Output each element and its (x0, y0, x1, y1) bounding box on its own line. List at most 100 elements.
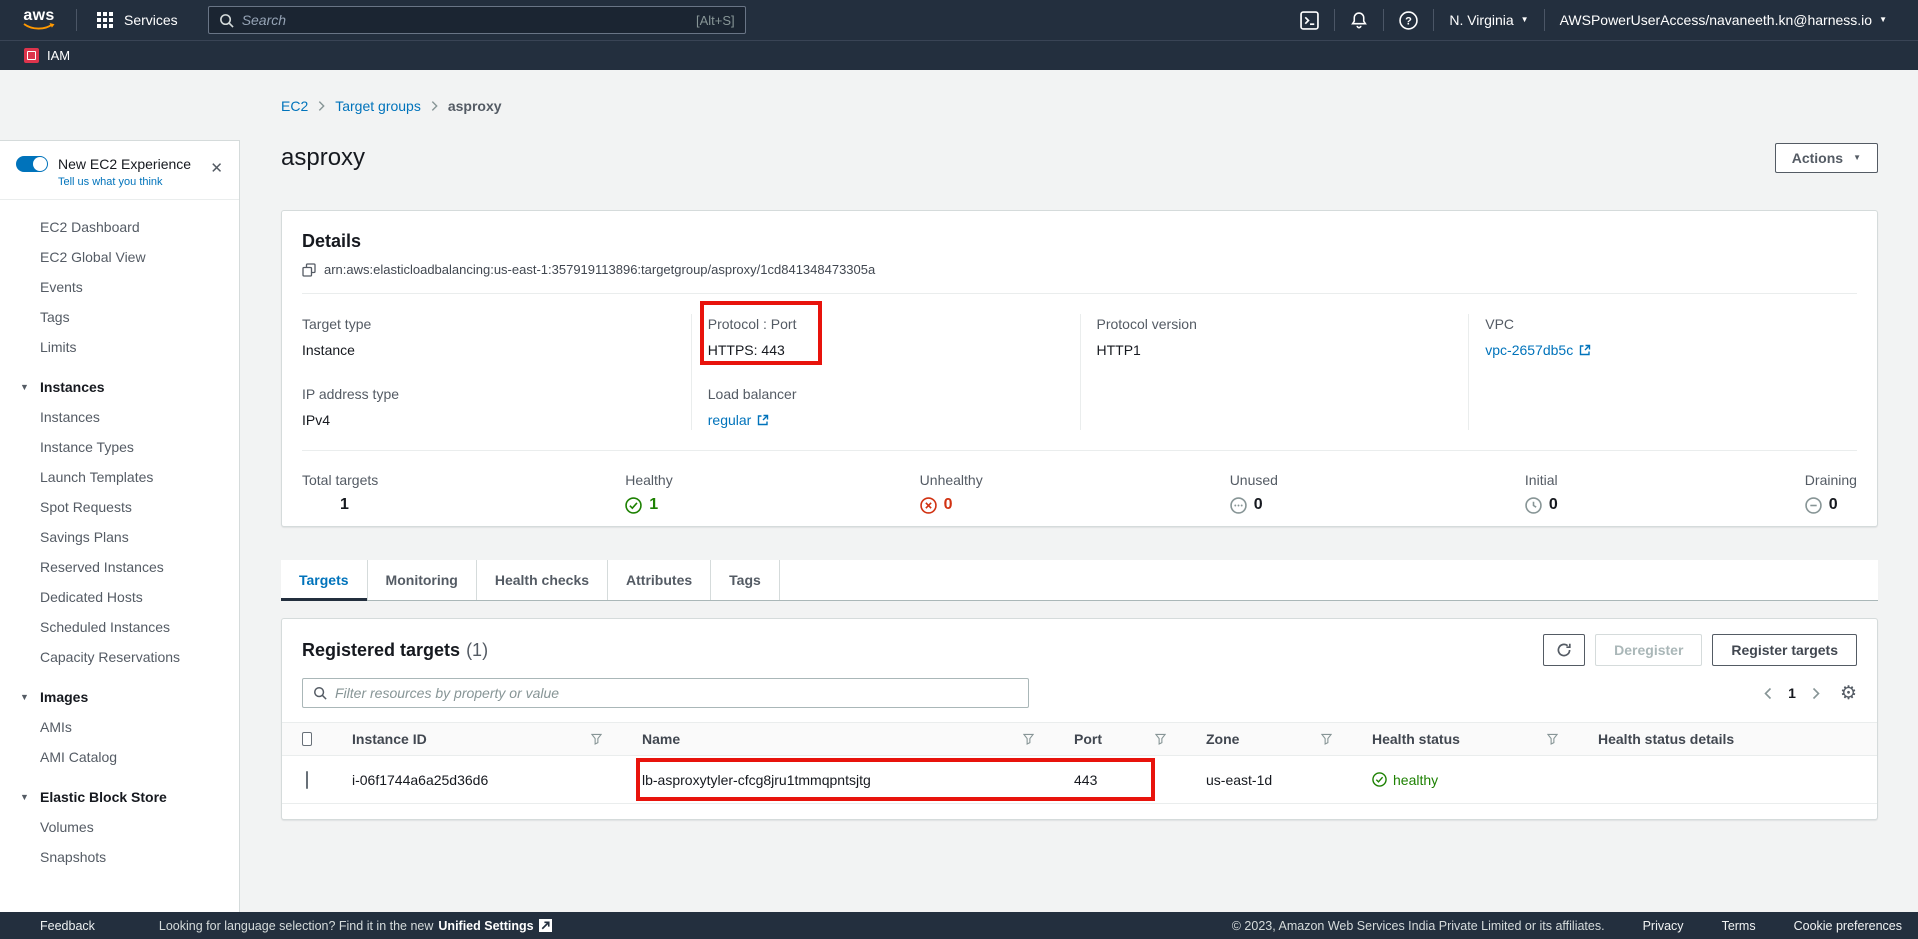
stat-count: 0 (1254, 496, 1263, 514)
stat-label: Total targets (302, 472, 378, 488)
check-circle-icon (1372, 772, 1387, 787)
sidebar-section-images[interactable]: ▼ Images (0, 682, 239, 712)
column-zone[interactable]: Zone (1186, 731, 1352, 747)
sidebar-item-volumes[interactable]: Volumes (0, 812, 239, 842)
sidebar-item-amis[interactable]: AMIs (0, 712, 239, 742)
current-page-number[interactable]: 1 (1784, 685, 1800, 701)
actions-label: Actions (1792, 150, 1843, 166)
sidebar-nav: EC2 Dashboard EC2 Global View Events Tag… (0, 200, 239, 872)
instance-id-link[interactable]: i-06f1744a6a25d36d6 (332, 772, 622, 788)
sidebar-item-scheduled-instances[interactable]: Scheduled Instances (0, 612, 239, 642)
select-all-checkbox[interactable] (302, 732, 312, 746)
sidebar-item-spot-requests[interactable]: Spot Requests (0, 492, 239, 522)
filter-funnel-icon[interactable] (1155, 733, 1166, 745)
clock-circle-icon (1525, 497, 1542, 514)
previous-page-button[interactable] (1764, 687, 1772, 700)
aws-logo-text: aws (23, 9, 54, 22)
filter-funnel-icon[interactable] (1023, 733, 1034, 745)
load-balancer-link[interactable]: regular (708, 410, 752, 430)
iam-label: IAM (47, 48, 70, 63)
filter-funnel-icon[interactable] (1321, 733, 1332, 745)
unified-settings-link[interactable]: Unified Settings (438, 919, 533, 933)
sidebar-section-instances[interactable]: ▼ Instances (0, 372, 239, 402)
copy-icon[interactable] (302, 263, 316, 277)
sidebar-item-ec2-dashboard[interactable]: EC2 Dashboard (0, 212, 239, 242)
global-search[interactable]: [Alt+S] (208, 6, 746, 34)
page-header: asproxy Actions ▼ (281, 138, 1878, 178)
cookie-preferences-link[interactable]: Cookie preferences (1794, 919, 1902, 933)
cloudshell-button[interactable] (1285, 11, 1334, 30)
stat-unhealthy: Unhealthy 0 (920, 472, 983, 514)
actions-button[interactable]: Actions ▼ (1775, 143, 1878, 173)
stat-label: Healthy (625, 472, 672, 488)
details-fields: Target type Instance Protocol : Port HTT… (302, 314, 1857, 430)
help-button[interactable]: ? (1384, 11, 1433, 30)
tab-monitoring[interactable]: Monitoring (368, 560, 477, 600)
region-selector[interactable]: N. Virginia ▼ (1434, 12, 1543, 28)
search-icon (219, 13, 234, 28)
stat-count: 1 (649, 496, 658, 514)
column-instance-id[interactable]: Instance ID (332, 731, 622, 747)
filter-box[interactable] (302, 678, 1029, 708)
breadcrumb: EC2 Target groups asproxy (281, 96, 1878, 116)
privacy-link[interactable]: Privacy (1643, 919, 1684, 933)
terms-link[interactable]: Terms (1722, 919, 1756, 933)
stat-label: Unhealthy (920, 472, 983, 488)
notifications-button[interactable] (1335, 11, 1383, 29)
next-page-button[interactable] (1812, 687, 1820, 700)
stat-count: 0 (944, 496, 953, 514)
breadcrumb-target-groups[interactable]: Target groups (335, 98, 421, 114)
column-label: Health status details (1598, 731, 1734, 747)
column-label: Port (1074, 731, 1102, 747)
sidebar-item-ami-catalog[interactable]: AMI Catalog (0, 742, 239, 772)
register-targets-button[interactable]: Register targets (1712, 634, 1857, 666)
field-value: IPv4 (302, 410, 691, 430)
chevron-left-icon (1764, 687, 1772, 700)
filter-funnel-icon[interactable] (1547, 733, 1558, 745)
sidebar-item-capacity-reservations[interactable]: Capacity Reservations (0, 642, 239, 672)
sidebar-item-limits[interactable]: Limits (0, 332, 239, 362)
sidebar-item-savings-plans[interactable]: Savings Plans (0, 522, 239, 552)
close-icon[interactable]: ✕ (210, 161, 223, 176)
filter-funnel-icon[interactable] (591, 733, 602, 745)
tab-health-checks[interactable]: Health checks (477, 560, 608, 600)
new-experience-toggle[interactable] (16, 156, 48, 172)
sidebar-item-launch-templates[interactable]: Launch Templates (0, 462, 239, 492)
tab-attributes[interactable]: Attributes (608, 560, 711, 600)
services-menu-button[interactable]: Services (91, 12, 184, 28)
search-icon (313, 686, 327, 700)
targets-table: Instance ID Name Port (282, 722, 1877, 804)
deregister-button[interactable]: Deregister (1595, 634, 1702, 666)
sidebar-item-tags[interactable]: Tags (0, 302, 239, 332)
row-checkbox[interactable] (306, 771, 308, 789)
account-menu[interactable]: AWSPowerUserAccess/navaneeth.kn@harness.… (1545, 12, 1902, 28)
sidebar-item-reserved-instances[interactable]: Reserved Instances (0, 552, 239, 582)
tab-targets[interactable]: Targets (281, 560, 368, 600)
sidebar-item-instances[interactable]: Instances (0, 402, 239, 432)
registered-targets-actions: Deregister Register targets (1543, 634, 1857, 666)
refresh-button[interactable] (1543, 634, 1585, 666)
column-port[interactable]: Port (1054, 731, 1186, 747)
field-value: HTTPS: 443 (708, 340, 1080, 360)
aws-logo[interactable]: aws (22, 9, 56, 31)
column-name[interactable]: Name (622, 731, 1054, 747)
filter-input[interactable] (335, 685, 1018, 701)
feedback-link[interactable]: Feedback (40, 919, 95, 933)
registered-targets-toolbar: 1 ⚙ (282, 666, 1877, 708)
sidebar-item-events[interactable]: Events (0, 272, 239, 302)
sidebar-item-instance-types[interactable]: Instance Types (0, 432, 239, 462)
sidebar-item-ec2-global-view[interactable]: EC2 Global View (0, 242, 239, 272)
breadcrumb-ec2[interactable]: EC2 (281, 98, 308, 114)
sidebar-item-snapshots[interactable]: Snapshots (0, 842, 239, 872)
search-input[interactable] (242, 12, 688, 28)
chevron-down-icon: ▼ (20, 682, 29, 712)
tab-tags[interactable]: Tags (711, 560, 780, 600)
favorite-iam-link[interactable]: IAM (16, 48, 70, 63)
tell-us-link[interactable]: Tell us what you think (58, 176, 223, 188)
sidebar-section-elastic-block-store[interactable]: ▼ Elastic Block Store (0, 782, 239, 812)
topbar-right: ? N. Virginia ▼ AWSPowerUserAccess/navan… (1285, 9, 1902, 31)
column-health-status[interactable]: Health status (1352, 731, 1578, 747)
table-settings-gear-icon[interactable]: ⚙ (1840, 684, 1857, 703)
sidebar-item-dedicated-hosts[interactable]: Dedicated Hosts (0, 582, 239, 612)
vpc-link[interactable]: vpc-2657db5c (1485, 340, 1573, 360)
